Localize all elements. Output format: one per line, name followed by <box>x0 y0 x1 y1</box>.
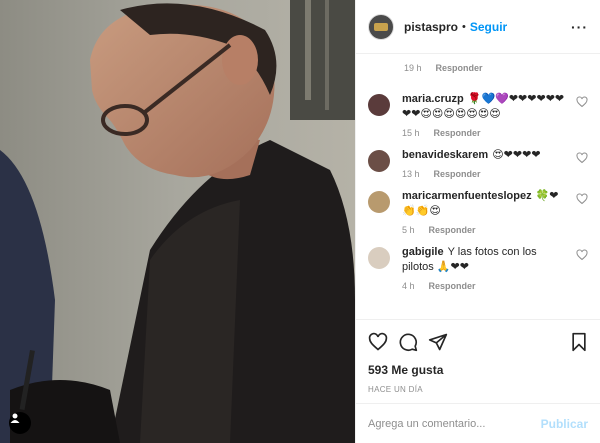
commenter-avatar[interactable] <box>368 94 390 116</box>
more-options-icon[interactable]: ··· <box>571 19 588 35</box>
like-comment-icon[interactable] <box>576 152 588 164</box>
commenter-avatar[interactable] <box>368 150 390 172</box>
caption-meta: 19 h Responder <box>368 54 588 82</box>
caption-reply-link[interactable]: Responder <box>436 63 483 73</box>
tagged-users-icon[interactable] <box>9 412 31 434</box>
commenter-avatar[interactable] <box>368 191 390 213</box>
post-photo-illustration <box>0 0 355 443</box>
post-photo[interactable] <box>0 0 355 443</box>
like-comment-icon[interactable] <box>576 193 588 205</box>
save-bookmark-icon[interactable] <box>570 332 588 352</box>
caption-time: 19 h <box>404 63 422 73</box>
comment-item: benavideskarem 😍❤❤❤❤ 13 h Responder <box>368 148 588 179</box>
comment-item: maricarmenfuenteslopez 🍀❤👏👏😍 5 h Responder <box>368 189 588 235</box>
commenter-username[interactable]: maricarmenfuenteslopez <box>402 190 532 202</box>
comment-item: maria.cruzp 🌹💙💜❤❤❤❤❤❤❤❤😍😍😍😍😍😍😍 15 h Respon… <box>368 92 588 138</box>
comment-reply-link[interactable]: Responder <box>429 225 476 235</box>
commenter-avatar[interactable] <box>368 247 390 269</box>
add-comment-bar: Publicar <box>356 403 600 443</box>
share-icon[interactable] <box>428 332 448 352</box>
instagram-post-view: pistaspro • Seguir ··· 19 h Responder ma… <box>0 0 600 443</box>
comment-text: 😍❤❤❤❤ <box>492 149 541 161</box>
comments-list[interactable]: 19 h Responder maria.cruzp 🌹💙💜❤❤❤❤❤❤❤❤😍😍😍… <box>356 54 600 319</box>
post-sidebar: pistaspro • Seguir ··· 19 h Responder ma… <box>355 0 600 443</box>
separator-dot: • <box>462 20 466 33</box>
like-comment-icon[interactable] <box>576 96 588 108</box>
commenter-username[interactable]: benavideskarem <box>402 149 488 161</box>
post-header: pistaspro • Seguir ··· <box>356 0 600 54</box>
author-username[interactable]: pistaspro <box>404 20 458 34</box>
comment-input[interactable] <box>368 417 541 430</box>
comment-item: gabigile Y las fotos con los pilotos 🙏❤❤ … <box>368 245 588 291</box>
like-count[interactable]: 593 Me gusta <box>356 363 600 379</box>
post-actions-bar <box>356 319 600 363</box>
like-icon[interactable] <box>368 332 388 352</box>
comment-reply-link[interactable]: Responder <box>429 281 476 291</box>
follow-button[interactable]: Seguir <box>470 20 507 34</box>
comment-time: 13 h <box>402 169 420 179</box>
comment-reply-link[interactable]: Responder <box>434 128 481 138</box>
comment-icon[interactable] <box>398 332 418 352</box>
author-avatar[interactable] <box>368 13 394 40</box>
post-timestamp: HACE UN DÍA <box>368 385 423 394</box>
publish-button[interactable]: Publicar <box>541 417 588 431</box>
comment-time: 4 h <box>402 281 415 291</box>
commenter-username[interactable]: gabigile <box>402 246 444 258</box>
like-comment-icon[interactable] <box>576 249 588 261</box>
comment-time: 15 h <box>402 128 420 138</box>
commenter-username[interactable]: maria.cruzp <box>402 93 464 105</box>
comment-time: 5 h <box>402 225 415 235</box>
comment-reply-link[interactable]: Responder <box>434 169 481 179</box>
